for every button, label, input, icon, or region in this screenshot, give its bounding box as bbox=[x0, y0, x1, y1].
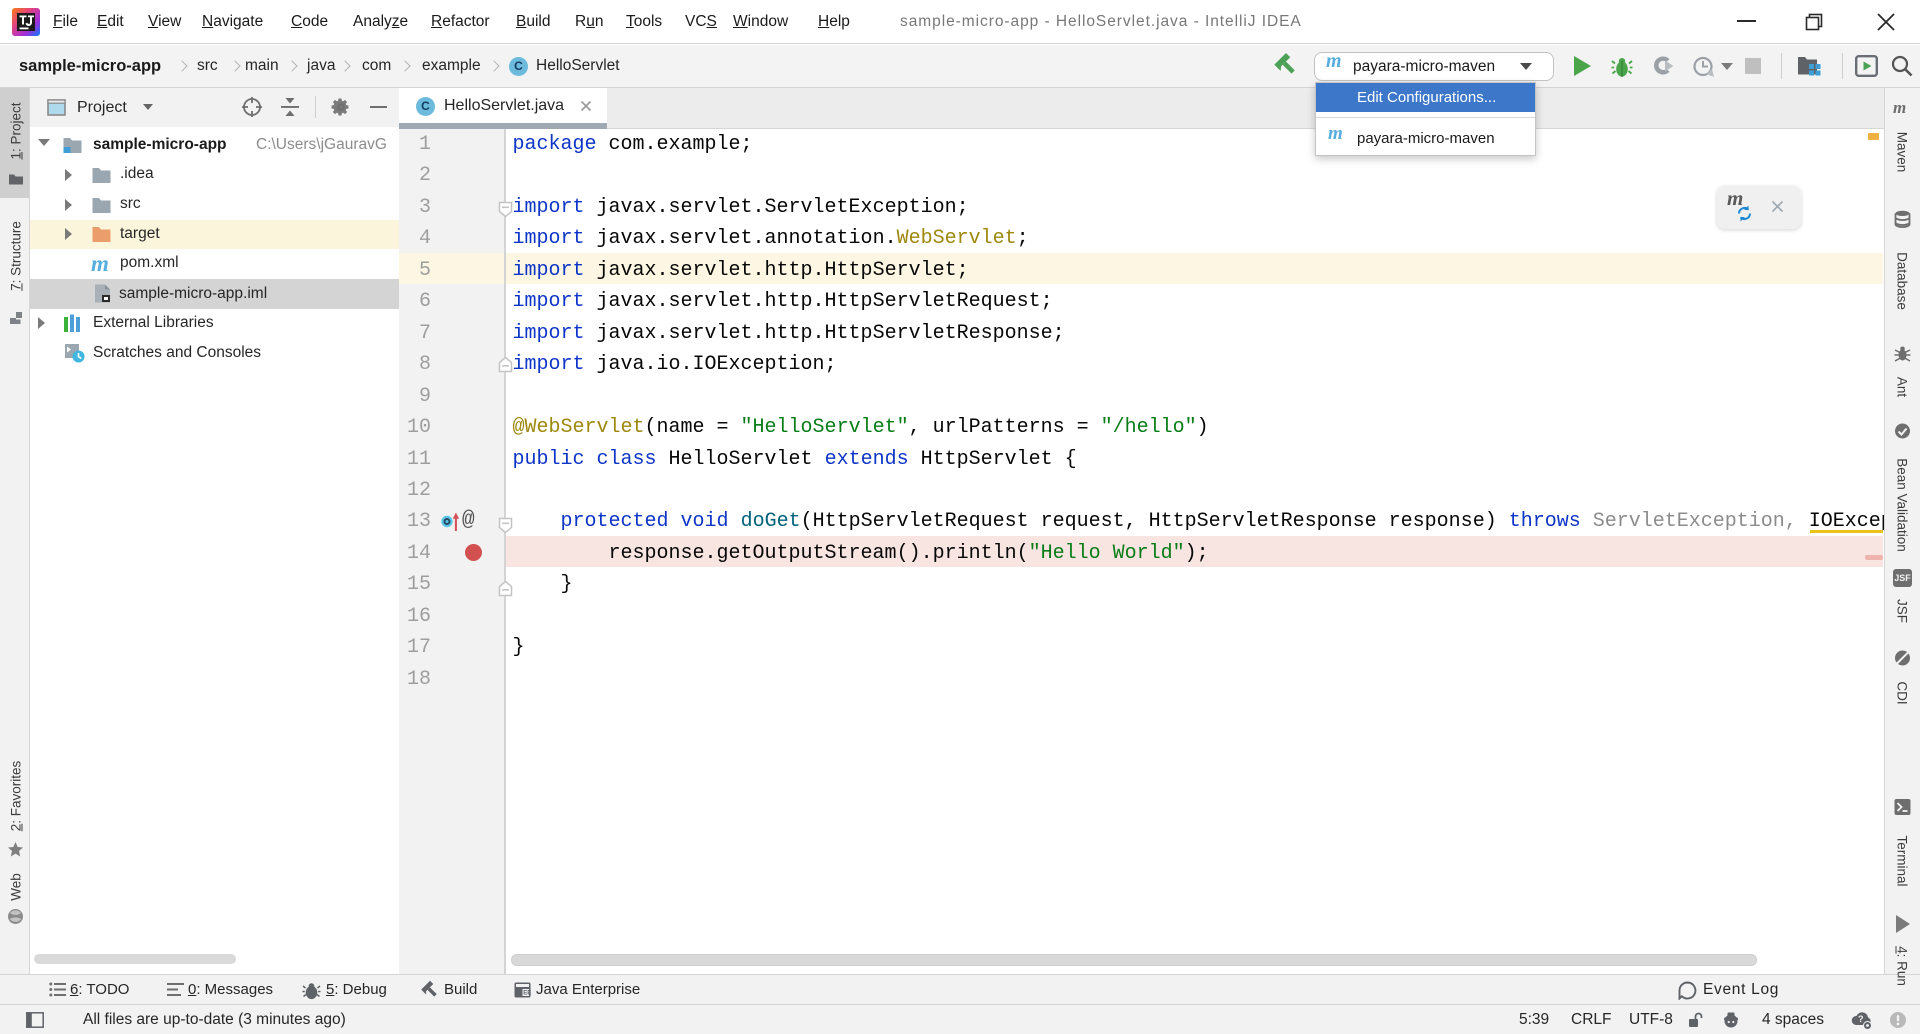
svg-text:EE: EE bbox=[523, 991, 531, 997]
svg-text:?: ? bbox=[1858, 1014, 1864, 1024]
